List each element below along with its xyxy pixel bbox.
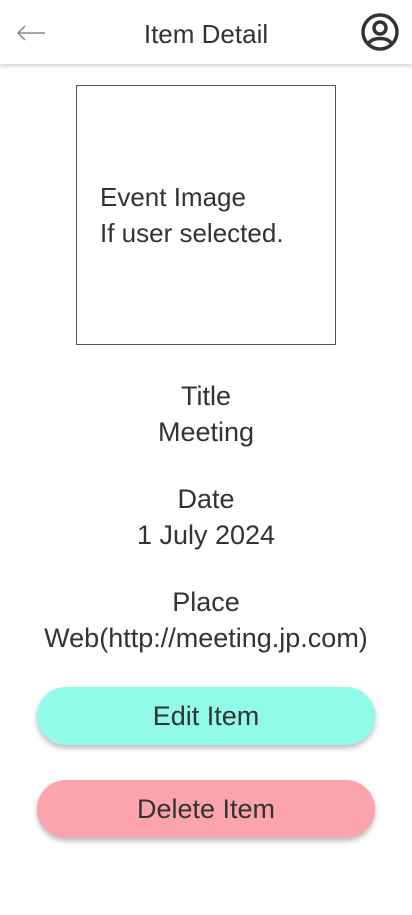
page-title: Item Detail [143,19,269,49]
image-placeholder-line2: If user selected. [100,218,284,248]
user-circle-icon [361,13,399,51]
delete-item-button[interactable]: Delete Item [37,780,375,838]
title-label: Title [180,381,231,411]
place-label: Place [172,587,240,617]
event-image-placeholder: Event Image If user selected. [76,85,336,345]
title-value: Meeting [157,417,255,447]
place-value: Web(http://meeting.jp.com) [44,623,368,653]
image-placeholder-line1: Event Image [100,182,246,212]
delete-item-label: Delete Item [136,793,276,824]
edit-item-label: Edit Item [152,700,260,731]
date-label: Date [177,484,235,514]
edit-item-button[interactable]: Edit Item [37,687,375,745]
image-placeholder-text: Event Image If user selected. [100,179,284,251]
app-header: Item Detail [0,0,412,64]
profile-button[interactable] [360,12,400,52]
date-value: 1 July 2024 [136,520,276,550]
item-detail-screen: Item Detail Event Image If user selected… [0,0,412,915]
